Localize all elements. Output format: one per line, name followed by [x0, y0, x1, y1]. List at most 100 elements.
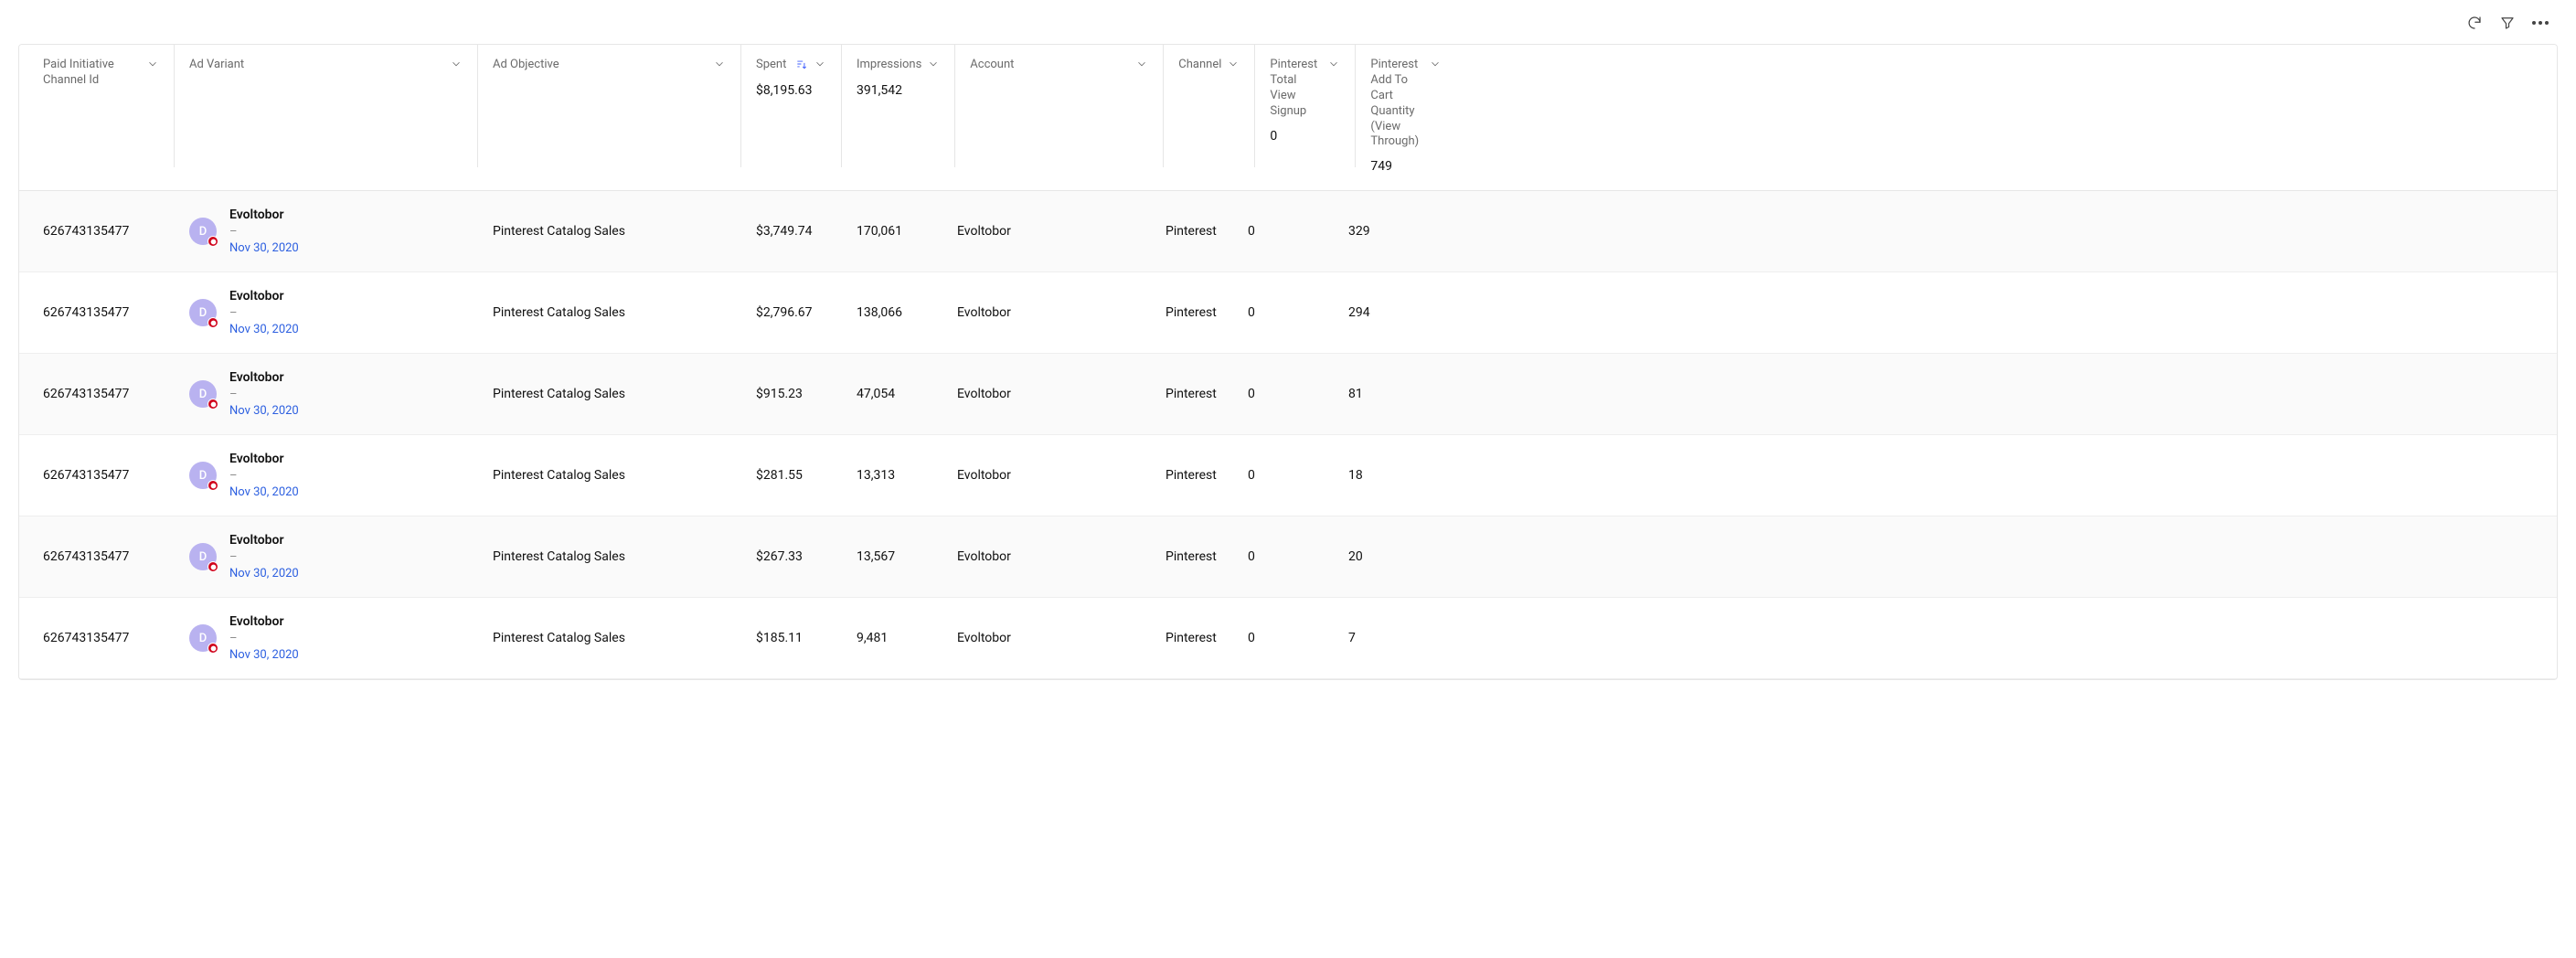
variant-date-link[interactable]: Nov 30, 2020	[229, 567, 299, 581]
cell-channel: Pinterest	[1151, 435, 1233, 516]
table-row[interactable]: 626743135477 D Evoltobor – Nov 30, 2020 …	[19, 354, 2557, 435]
variant-subtitle: –	[229, 225, 299, 240]
cell-impressions: 47,054	[842, 354, 942, 434]
avatar: D	[189, 299, 217, 326]
avatar: D	[189, 218, 217, 245]
chevron-down-icon[interactable]	[1327, 58, 1340, 74]
cell-ad-objective: Pinterest Catalog Sales	[478, 435, 741, 516]
filter-icon[interactable]	[2499, 15, 2516, 31]
variant-subtitle: –	[229, 632, 299, 646]
column-label: Ad Variant	[189, 58, 244, 73]
cell-spent: $3,749.74	[741, 191, 842, 271]
chevron-down-icon[interactable]	[450, 58, 463, 74]
cell-pinterest-total-view-signup: 0	[1233, 435, 1334, 516]
variant-date-link[interactable]: Nov 30, 2020	[229, 323, 299, 337]
cell-pinterest-add-to-cart-quantity: 18	[1334, 435, 1434, 516]
avatar: D	[189, 624, 217, 652]
cell-ad-objective: Pinterest Catalog Sales	[478, 191, 741, 271]
variant-name: Evoltobor	[229, 614, 299, 630]
cell-impressions: 13,567	[842, 516, 942, 597]
cell-ad-objective: Pinterest Catalog Sales	[478, 354, 741, 434]
variant-subtitle: –	[229, 388, 299, 402]
chevron-down-icon[interactable]	[1135, 58, 1148, 74]
cell-pinterest-add-to-cart-quantity: 7	[1334, 598, 1434, 678]
cell-channel: Pinterest	[1151, 191, 1233, 271]
cell-account: Evoltobor	[942, 354, 1151, 434]
cell-pinterest-total-view-signup: 0	[1233, 516, 1334, 597]
cell-ad-objective: Pinterest Catalog Sales	[478, 516, 741, 597]
cell-account: Evoltobor	[942, 598, 1151, 678]
pinterest-badge-icon	[208, 561, 218, 572]
cell-paid-initiative-channel-id: 626743135477	[19, 516, 175, 597]
cell-pinterest-total-view-signup: 0	[1233, 354, 1334, 434]
table-row[interactable]: 626743135477 D Evoltobor – Nov 30, 2020 …	[19, 598, 2557, 679]
avatar: D	[189, 380, 217, 408]
more-icon[interactable]	[2532, 15, 2549, 31]
cell-impressions: 170,061	[842, 191, 942, 271]
column-summary: 0	[1270, 129, 1340, 144]
cell-account: Evoltobor	[942, 191, 1151, 271]
cell-pinterest-add-to-cart-quantity: 20	[1334, 516, 1434, 597]
chevron-down-icon[interactable]	[146, 58, 159, 74]
cell-pinterest-add-to-cart-quantity: 329	[1334, 191, 1434, 271]
cell-spent: $915.23	[741, 354, 842, 434]
column-header-account[interactable]: Account	[955, 45, 1164, 167]
variant-name: Evoltobor	[229, 208, 299, 223]
cell-channel: Pinterest	[1151, 598, 1233, 678]
column-label: Account	[970, 58, 1014, 73]
cell-pinterest-total-view-signup: 0	[1233, 272, 1334, 353]
cell-impressions: 13,313	[842, 435, 942, 516]
cell-paid-initiative-channel-id: 626743135477	[19, 354, 175, 434]
column-summary: 749	[1370, 159, 1442, 174]
cell-impressions: 138,066	[842, 272, 942, 353]
variant-date-link[interactable]: Nov 30, 2020	[229, 485, 299, 500]
pinterest-badge-icon	[208, 643, 218, 654]
chevron-down-icon[interactable]	[713, 58, 726, 74]
cell-pinterest-total-view-signup: 0	[1233, 598, 1334, 678]
cell-ad-objective: Pinterest Catalog Sales	[478, 272, 741, 353]
table-row[interactable]: 626743135477 D Evoltobor – Nov 30, 2020 …	[19, 516, 2557, 598]
column-summary: $8,195.63	[756, 83, 826, 98]
column-header-ad-objective[interactable]: Ad Objective	[478, 45, 741, 167]
variant-name: Evoltobor	[229, 452, 299, 467]
column-label: Channel	[1178, 58, 1221, 73]
cell-account: Evoltobor	[942, 435, 1151, 516]
chevron-down-icon[interactable]	[814, 58, 826, 74]
variant-date-link[interactable]: Nov 30, 2020	[229, 404, 299, 419]
table-row[interactable]: 626743135477 D Evoltobor – Nov 30, 2020 …	[19, 272, 2557, 354]
column-label: Pinterest Total View Signup	[1270, 58, 1322, 120]
refresh-icon[interactable]	[2466, 15, 2483, 31]
column-header-impressions[interactable]: Impressions 391,542	[842, 45, 955, 167]
cell-paid-initiative-channel-id: 626743135477	[19, 598, 175, 678]
cell-channel: Pinterest	[1151, 516, 1233, 597]
cell-ad-variant: D Evoltobor – Nov 30, 2020	[175, 598, 478, 678]
cell-ad-variant: D Evoltobor – Nov 30, 2020	[175, 354, 478, 434]
variant-subtitle: –	[229, 550, 299, 565]
column-label: Impressions	[857, 58, 921, 73]
column-header-pinterest-add-to-cart-quantity[interactable]: Pinterest Add To Cart Quantity (View Thr…	[1356, 45, 1456, 190]
cell-spent: $281.55	[741, 435, 842, 516]
chevron-down-icon[interactable]	[1227, 58, 1240, 74]
column-header-ad-variant[interactable]: Ad Variant	[175, 45, 478, 167]
column-header-spent[interactable]: Spent $8,195.63	[741, 45, 842, 167]
column-header-paid-initiative-channel-id[interactable]: Paid Initiative Channel Id	[19, 45, 175, 167]
pinterest-badge-icon	[208, 236, 218, 247]
column-header-pinterest-total-view-signup[interactable]: Pinterest Total View Signup 0	[1255, 45, 1356, 167]
table-row[interactable]: 626743135477 D Evoltobor – Nov 30, 2020 …	[19, 435, 2557, 516]
pinterest-badge-icon	[208, 399, 218, 410]
table-header-row: Paid Initiative Channel Id Ad Variant Ad…	[19, 45, 2557, 191]
column-summary: 391,542	[857, 83, 940, 98]
avatar: D	[189, 462, 217, 489]
pinterest-badge-icon	[208, 480, 218, 491]
table-row[interactable]: 626743135477 D Evoltobor – Nov 30, 2020 …	[19, 191, 2557, 272]
column-header-channel[interactable]: Channel	[1164, 45, 1255, 167]
variant-name: Evoltobor	[229, 370, 299, 386]
chevron-down-icon[interactable]	[1429, 58, 1442, 74]
cell-spent: $267.33	[741, 516, 842, 597]
chevron-down-icon[interactable]	[927, 58, 940, 74]
sort-desc-icon[interactable]	[795, 58, 808, 74]
cell-account: Evoltobor	[942, 516, 1151, 597]
cell-ad-variant: D Evoltobor – Nov 30, 2020	[175, 272, 478, 353]
variant-date-link[interactable]: Nov 30, 2020	[229, 241, 299, 256]
variant-date-link[interactable]: Nov 30, 2020	[229, 648, 299, 663]
